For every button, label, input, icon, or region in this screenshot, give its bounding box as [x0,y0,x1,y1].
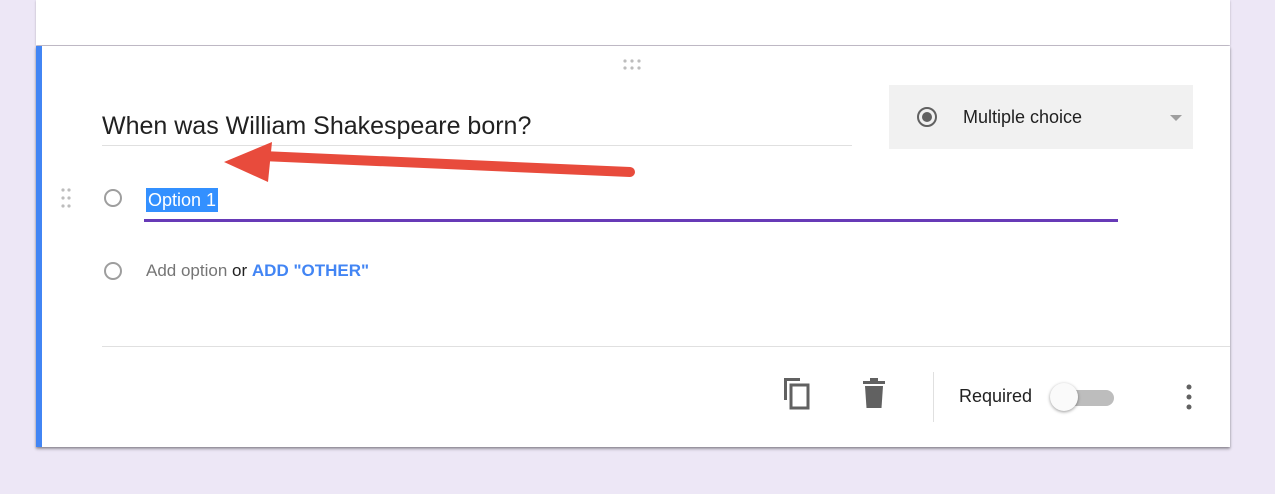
drag-handle-icon[interactable] [621,58,647,72]
add-other-link[interactable]: ADD "OTHER" [252,261,369,280]
more-vert-icon[interactable] [1182,383,1196,411]
add-option-radio [104,262,122,280]
question-type-label: Multiple choice [963,107,1083,127]
footer-divider [102,346,1230,347]
trash-icon[interactable] [863,378,885,408]
previous-card [36,0,1230,45]
option-1-radio[interactable] [104,189,122,207]
option-drag-handle-icon[interactable] [60,187,72,209]
annotation-arrow [224,142,635,182]
chevron-down-icon [1170,115,1182,121]
add-option-row: Add option or ADD "OTHER" [146,260,369,282]
required-toggle[interactable] [1050,383,1116,411]
option-1-text: Option 1 [146,188,219,212]
footer-vertical-divider [933,372,934,422]
question-card[interactable]: When was William Shakespeare born? Multi… [36,46,1230,447]
add-option-link[interactable]: Add option [146,261,227,280]
radio-checked-icon [917,107,937,127]
required-toggle-thumb [1050,383,1078,411]
question-type-dropdown[interactable]: Multiple choice [889,85,1193,149]
or-text: or [232,261,248,280]
card-accent-bar [36,46,42,447]
copy-icon[interactable] [781,376,811,410]
required-label: Required [959,386,1033,406]
